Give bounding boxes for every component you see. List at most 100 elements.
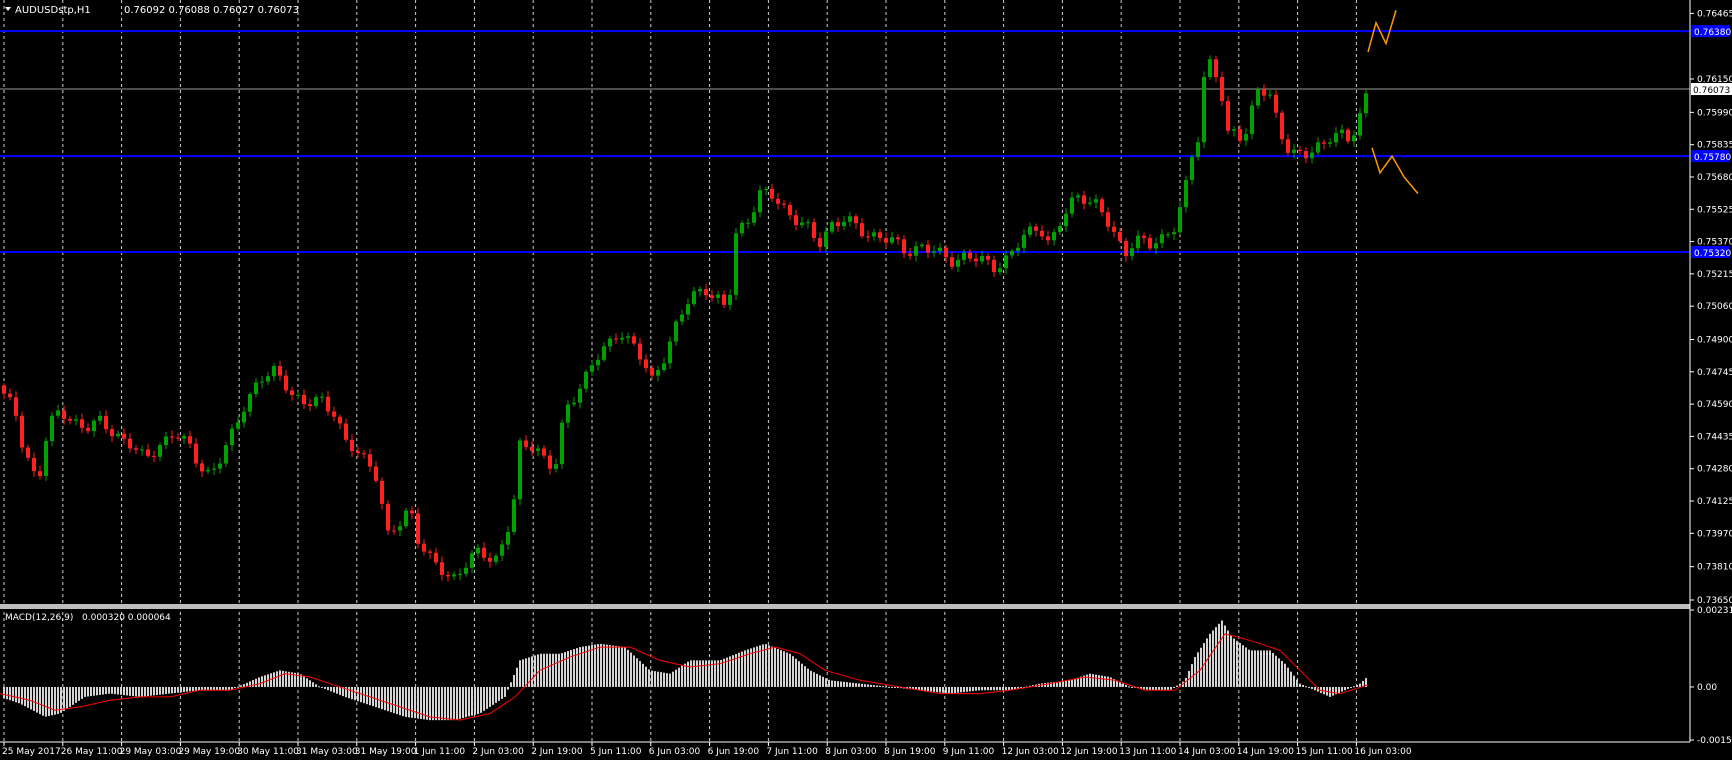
candle-body	[1190, 156, 1194, 180]
macd-bar	[168, 686, 170, 694]
macd-bar	[303, 676, 305, 687]
macd-bar	[252, 680, 254, 687]
macd-bar	[840, 681, 842, 687]
candle-body	[626, 336, 630, 338]
macd-bar	[474, 686, 476, 715]
macd-bar	[1359, 683, 1361, 687]
candle-body	[62, 410, 66, 419]
candle-body	[1130, 248, 1134, 257]
candle-body	[38, 471, 42, 476]
candle-body	[506, 531, 510, 545]
macd-bar	[1077, 677, 1079, 687]
macd-bar	[1146, 686, 1148, 690]
macd-bar	[438, 686, 440, 721]
macd-bar	[978, 686, 980, 691]
macd-bar	[1341, 686, 1343, 692]
price-tick-label: 0.74590	[1697, 400, 1732, 410]
macd-bar	[1191, 664, 1193, 687]
macd-bar	[630, 652, 632, 687]
ohlc-readout: 0.76092 0.76088 0.76027 0.76073	[124, 5, 299, 16]
macd-bar	[870, 684, 872, 687]
candle-body	[212, 468, 216, 470]
macd-bar	[462, 686, 464, 719]
level-label: 0.76380	[1694, 28, 1731, 38]
chart-canvas[interactable]: 0.763800.757800.75320 0.764650.761500.75…	[0, 0, 1732, 760]
candle-body	[1274, 94, 1278, 113]
candle-body	[962, 252, 966, 260]
candle-body	[710, 295, 714, 298]
candle-body	[908, 253, 912, 256]
candle-body	[686, 304, 690, 315]
macd-bar	[123, 686, 125, 696]
macd-bar	[663, 672, 665, 687]
macd-bar	[93, 686, 95, 696]
macd-bar	[570, 650, 572, 687]
macd-bar	[63, 686, 65, 711]
macd-bar	[1065, 680, 1067, 687]
candle-body	[818, 238, 822, 247]
candle-body	[236, 422, 240, 429]
candle-body	[266, 376, 270, 382]
macd-bar	[186, 686, 188, 692]
macd-bar	[1005, 686, 1007, 691]
macd-bar	[810, 670, 812, 687]
candle-body	[368, 454, 372, 467]
candle-body	[914, 246, 918, 256]
macd-bar	[600, 643, 602, 687]
macd-bar	[3, 686, 5, 699]
macd-bar	[519, 660, 521, 687]
candle-body	[404, 510, 408, 527]
macd-bar	[537, 654, 539, 687]
candle-body	[374, 466, 378, 481]
macd-bar	[489, 686, 491, 707]
macd-bar	[357, 686, 359, 702]
macd-bar	[1281, 661, 1283, 687]
macd-bar	[1311, 686, 1313, 689]
candle-body	[572, 402, 576, 405]
macd-bar	[126, 686, 128, 696]
time-tick-label: 2 Jun 03:00	[472, 747, 524, 757]
macd-bar	[84, 686, 86, 697]
macd-bar	[417, 686, 419, 719]
macd-bar	[1176, 685, 1178, 687]
candle-body	[1262, 89, 1266, 96]
macd-bar	[429, 686, 431, 721]
price-tick-label: 0.74125	[1697, 497, 1732, 507]
candle-body	[926, 244, 930, 253]
chart-window[interactable]: 0.76380 0.75780 0.75320 0.76465 0.76150 0.75…	[0, 0, 1732, 760]
macd-bar	[504, 686, 506, 697]
price-tick-label: 0.75525	[1697, 205, 1732, 215]
time-tick-label: 14 Jun 19:00	[1237, 747, 1294, 757]
macd-bar	[327, 686, 329, 691]
macd-bar	[390, 686, 392, 713]
macd-bar	[180, 686, 182, 693]
price-tick-label: 0.75370	[1697, 238, 1732, 248]
macd-bar	[12, 686, 14, 702]
candle-body	[1034, 226, 1038, 231]
macd-bar	[351, 686, 353, 700]
macd-bar	[72, 686, 74, 705]
candle-body	[938, 247, 942, 252]
macd-bar	[480, 686, 482, 713]
pane-separator[interactable]	[0, 604, 1690, 609]
macd-bar	[309, 680, 311, 687]
price-tick-label: 0.74900	[1697, 336, 1732, 346]
macd-bar	[942, 686, 944, 693]
candle-body	[1076, 195, 1080, 198]
candle-body	[1094, 199, 1098, 203]
macd-bar	[192, 686, 194, 692]
macd-bar	[15, 686, 17, 703]
macd-bar	[993, 686, 995, 691]
macd-bar	[177, 686, 179, 693]
macd-indicator-name: MACD(12,26,9)	[5, 613, 73, 623]
candle-body	[1304, 151, 1308, 159]
macd-bar	[39, 686, 41, 715]
candle-body	[488, 557, 492, 562]
macd-bar	[330, 686, 332, 692]
macd-bar	[972, 686, 974, 692]
macd-bar	[36, 686, 38, 713]
candle-body	[1148, 237, 1152, 249]
macd-bar	[822, 676, 824, 687]
macd-bar	[111, 686, 113, 694]
macd-bar	[693, 660, 695, 687]
